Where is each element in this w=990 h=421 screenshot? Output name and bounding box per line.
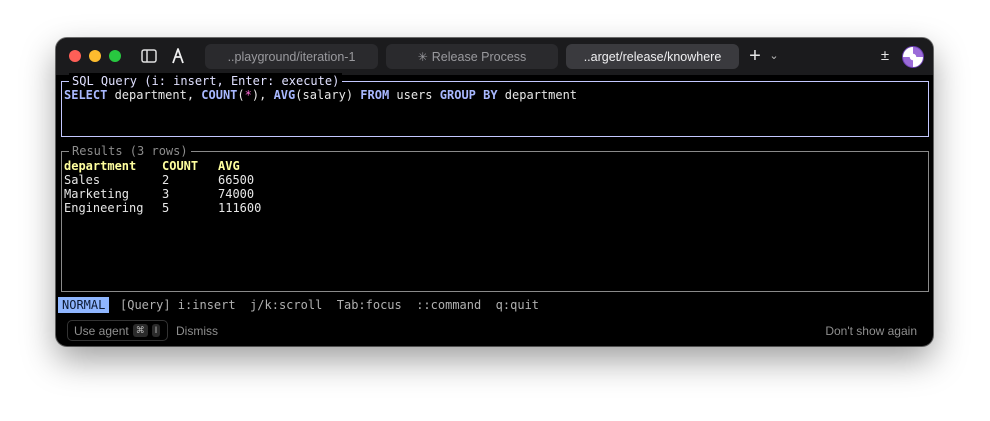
sql-keyword: FROM — [360, 88, 390, 102]
table-cell: 74000 — [218, 187, 255, 201]
table-cell: 2 — [162, 173, 170, 187]
table-cell: Sales — [64, 173, 101, 187]
table-cell: 111600 — [218, 201, 262, 215]
sql-query-input[interactable]: SELECT department, COUNT(*), AVG(salary)… — [64, 87, 577, 103]
sql-token: ( — [237, 88, 245, 102]
table-cell: Marketing — [64, 187, 130, 201]
sql-keyword: AVG — [273, 88, 296, 102]
title-bar: ..playground/iteration-1 ✳ Release Proce… — [56, 38, 933, 75]
table-row[interactable]: Engineering 5 111600 — [64, 201, 261, 215]
avatar[interactable] — [902, 46, 924, 68]
close-window-button[interactable] — [69, 50, 81, 62]
command-key-icon: ⌘ — [132, 324, 148, 337]
results-panel[interactable]: Results (3 rows) department COUNT AVG Sa… — [61, 143, 929, 292]
table-row[interactable]: Sales 2 66500 — [64, 173, 254, 187]
sql-token: ), — [251, 88, 274, 102]
tab-label: ..arget/release/knowhere — [583, 49, 722, 64]
asterisk-icon: ✳ — [417, 49, 428, 64]
sql-query-panel[interactable]: SQL Query (i: insert, Enter: execute) SE… — [61, 73, 929, 137]
new-tab-button[interactable]: + — [744, 45, 766, 67]
status-bar: NORMAL [Query] i:insert j/k:scroll Tab:f… — [56, 297, 539, 313]
tab-iteration-1[interactable]: ..playground/iteration-1 — [205, 44, 378, 69]
table-cell: 66500 — [218, 173, 255, 187]
sql-token: department — [497, 88, 578, 102]
results-panel-title: Results (3 rows) — [69, 143, 191, 159]
dismiss-button[interactable]: Dismiss — [176, 324, 218, 338]
plus-minus-icon[interactable]: ± — [876, 45, 894, 67]
sql-token: department, — [107, 88, 202, 102]
minimize-window-button[interactable] — [89, 50, 101, 62]
tab-release-process[interactable]: ✳ Release Process — [386, 44, 558, 69]
sql-keyword: GROUP BY — [439, 88, 498, 102]
column-header: department — [64, 159, 137, 173]
sql-token: users — [389, 88, 440, 102]
table-row[interactable]: Marketing 3 74000 — [64, 187, 254, 201]
sql-keyword: SELECT — [64, 88, 108, 102]
terminal-window: ..playground/iteration-1 ✳ Release Proce… — [56, 38, 933, 346]
table-cell: 3 — [162, 187, 170, 201]
sql-token: * — [244, 88, 252, 102]
use-agent-button[interactable]: Use agent ⌘ I — [67, 320, 168, 341]
tab-label: Release Process — [431, 49, 527, 64]
column-header: COUNT — [162, 159, 199, 173]
maximize-window-button[interactable] — [109, 50, 121, 62]
results-header-row: department COUNT AVG — [64, 159, 240, 173]
keybinding-hints: [Query] i:insert j/k:scroll Tab:focus ::… — [120, 298, 540, 312]
shortcut-key: I — [151, 324, 161, 337]
table-cell: 5 — [162, 201, 170, 215]
column-header: AVG — [218, 159, 240, 173]
agent-prompt-bar: Use agent ⌘ I Dismiss Don't show again — [56, 319, 933, 346]
sidebar-toggle-icon[interactable] — [140, 47, 158, 65]
app-logo-icon[interactable] — [169, 47, 187, 65]
table-cell: Engineering — [64, 201, 144, 215]
use-agent-label: Use agent — [74, 323, 129, 338]
tab-label: ..playground/iteration-1 — [227, 49, 356, 64]
tab-knowhere[interactable]: ..arget/release/knowhere — [566, 44, 739, 69]
sql-token: (salary) — [295, 88, 361, 102]
chevron-down-icon[interactable]: ⌄ — [767, 46, 781, 66]
sql-keyword: COUNT — [201, 88, 238, 102]
mode-indicator: NORMAL — [58, 297, 110, 313]
dont-show-again-button[interactable]: Don't show again — [825, 324, 917, 338]
